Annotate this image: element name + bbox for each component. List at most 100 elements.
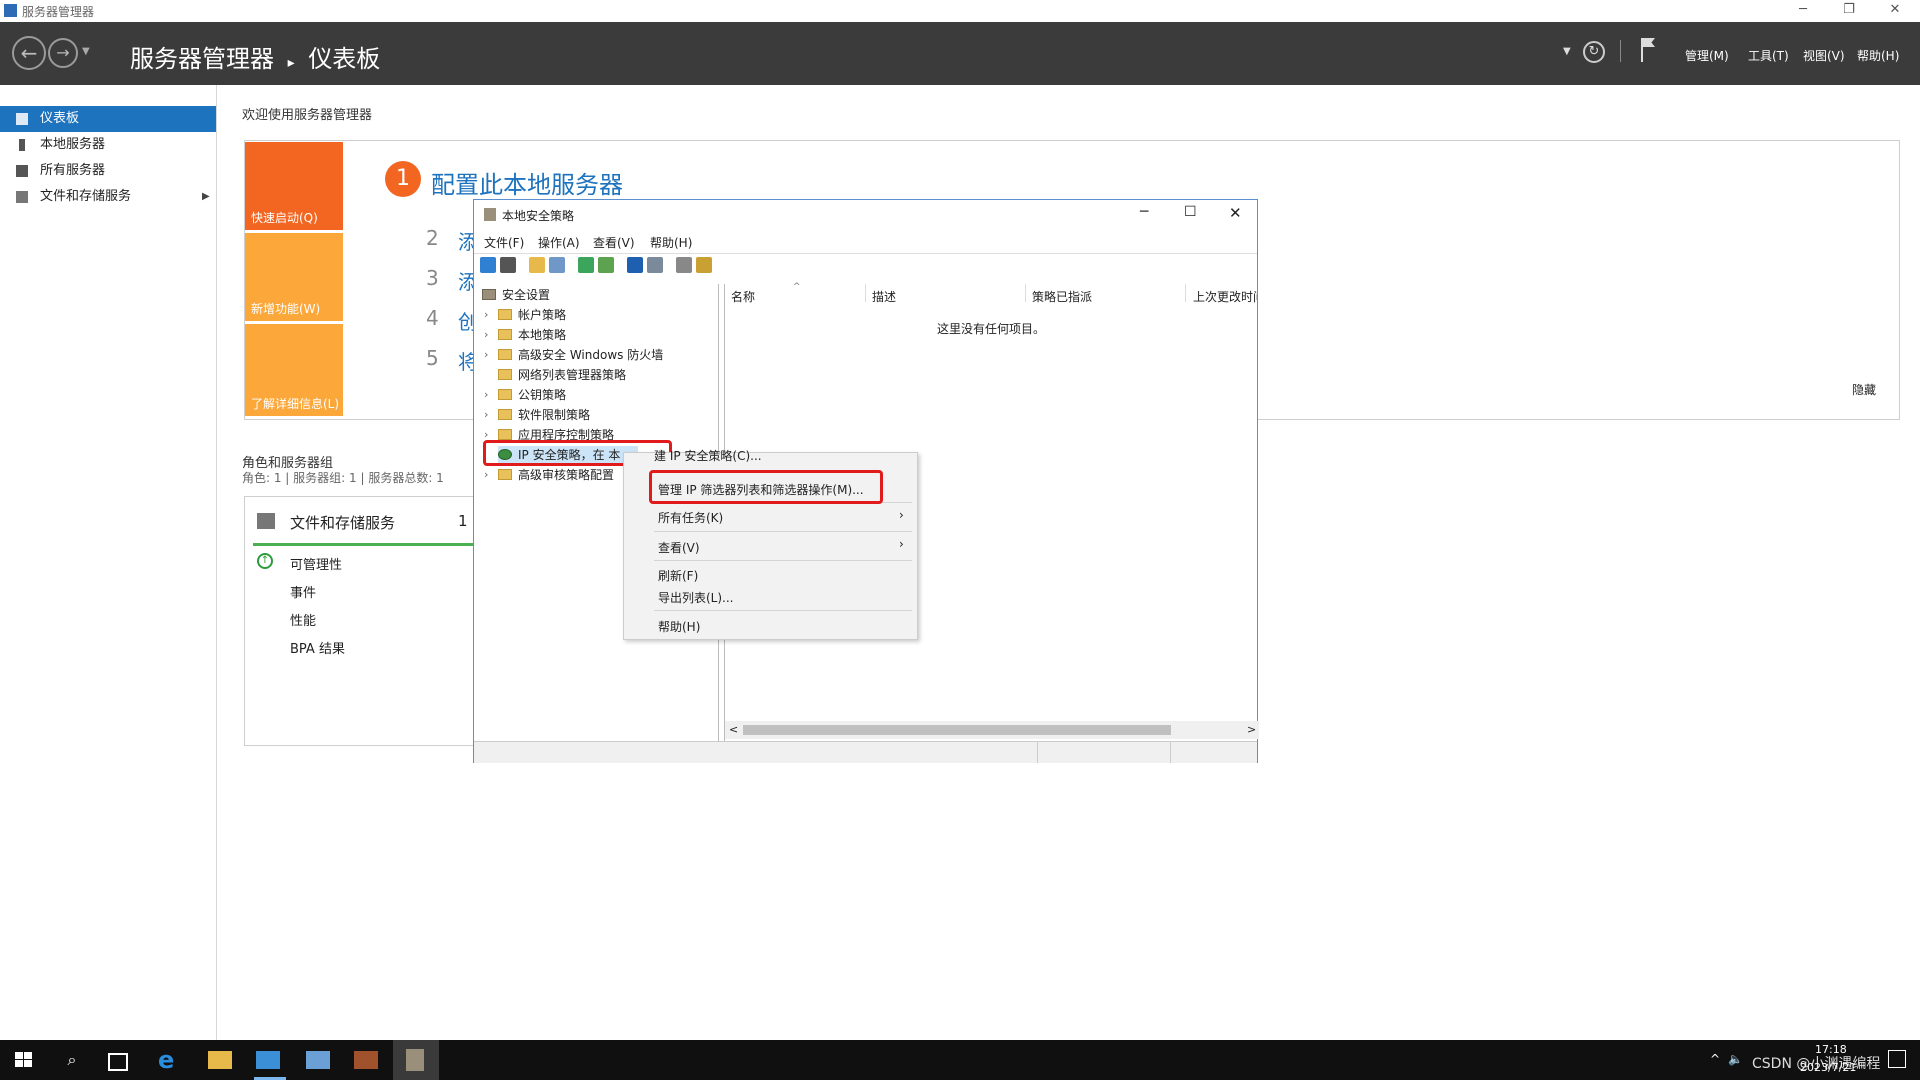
forward-arrow-icon[interactable]: →	[48, 38, 78, 68]
file-explorer-icon[interactable]	[208, 1051, 232, 1069]
clock-time[interactable]: 17:18	[1815, 1043, 1847, 1056]
taskbar: ⌕ e ^ 🔈 CSDN @小渊遇编程 17:18 2023/7/21	[0, 1040, 1920, 1080]
refresh-icon[interactable]	[578, 257, 594, 273]
configure-local-server-link[interactable]: 配置此本地服务器	[431, 165, 623, 200]
folder-icon	[498, 349, 512, 360]
expand-chevron-icon[interactable]: ›	[484, 326, 488, 344]
notification-center-icon[interactable]	[1888, 1050, 1906, 1068]
tile-quick-start[interactable]: 快速启动(Q)	[245, 142, 343, 230]
menu-item-create-ip-policy[interactable]: 建 IP 安全策略(C)...	[654, 447, 762, 464]
sidebar-item-file-storage[interactable]: 文件和存储服务 ▶	[0, 184, 216, 210]
column-header-last-modified[interactable]: 上次更改时间	[1193, 288, 1257, 305]
properties-icon[interactable]	[676, 257, 692, 273]
lsp-menu-view[interactable]: 查看(V)	[593, 234, 635, 251]
expand-chevron-icon[interactable]: ›	[484, 466, 488, 484]
sidebar-item-dashboard[interactable]: 仪表板	[0, 106, 216, 132]
close-button[interactable]: ✕	[1872, 0, 1918, 22]
expand-chevron-icon[interactable]: ›	[484, 346, 488, 364]
show-tree-icon[interactable]	[549, 257, 565, 273]
menu-item-help[interactable]: 帮助(H)	[658, 618, 700, 635]
sidebar-item-local-server[interactable]: 本地服务器	[0, 132, 216, 158]
expand-chevron-icon[interactable]: ›	[484, 306, 488, 324]
hide-link[interactable]: 隐藏	[1852, 381, 1876, 398]
role-row-events[interactable]: 事件	[290, 582, 316, 601]
assign-icon[interactable]	[696, 257, 712, 273]
role-row-bpa[interactable]: BPA 结果	[290, 638, 345, 657]
up-folder-icon[interactable]	[529, 257, 545, 273]
taskbar-active-button[interactable]	[393, 1040, 439, 1080]
column-header-assigned[interactable]: 策略已指派	[1032, 288, 1092, 305]
server-icon	[19, 139, 25, 151]
menu-manage[interactable]: 管理(M)	[1685, 47, 1729, 64]
server-manager-taskbar-icon[interactable]	[256, 1051, 280, 1069]
app-icon[interactable]	[354, 1051, 378, 1069]
column-header-description[interactable]: 描述	[872, 288, 896, 305]
clock-date[interactable]: 2023/7/21	[1800, 1061, 1856, 1074]
sidebar-item-all-servers[interactable]: 所有服务器	[0, 158, 216, 184]
empty-list-message: 这里没有任何项目。	[937, 322, 1046, 336]
folder-icon	[498, 309, 512, 320]
help-icon[interactable]	[627, 257, 643, 273]
tile-label: 新增功能(W)	[251, 302, 321, 316]
restore-button[interactable]: ❐	[1826, 0, 1872, 22]
menu-separator	[654, 610, 912, 611]
flag-icon[interactable]	[1641, 38, 1643, 62]
menu-help[interactable]: 帮助(H)	[1857, 47, 1899, 64]
notifications-dropdown-icon[interactable]: ▼	[1563, 46, 1571, 57]
role-row-manageability[interactable]: 可管理性	[290, 554, 342, 573]
back-arrow-icon[interactable]	[480, 257, 496, 273]
flag-icon-shape	[1643, 38, 1655, 47]
dashboard-icon	[16, 113, 28, 125]
breadcrumb-page: 仪表板	[308, 45, 381, 73]
servers-icon	[16, 165, 28, 177]
menu-view[interactable]: 视图(V)	[1803, 47, 1845, 64]
view-icon[interactable]	[647, 257, 663, 273]
minimize-button[interactable]: ─	[1780, 0, 1826, 22]
sidebar-item-label: 文件和存储服务	[40, 189, 132, 204]
task-view-icon[interactable]	[108, 1053, 128, 1071]
role-card-file-storage[interactable]: 文件和存储服务 1 ↑ 可管理性 事件 性能 BPA 结果	[244, 496, 478, 746]
lsp-close-button[interactable]: ✕	[1229, 204, 1242, 222]
refresh-icon[interactable]: ↻	[1583, 41, 1605, 63]
column-header-name[interactable]: 名称	[731, 288, 755, 305]
breadcrumb-root[interactable]: 服务器管理器	[130, 45, 274, 73]
lsp-maximize-button[interactable]: ☐	[1184, 204, 1197, 220]
tree-node-label: 软件限制策略	[518, 408, 591, 422]
back-arrow-icon[interactable]: ←	[12, 36, 46, 70]
role-row-performance[interactable]: 性能	[290, 610, 316, 629]
welcome-heading: 欢迎使用服务器管理器	[242, 108, 373, 123]
tile-label: 快速启动(Q)	[251, 211, 318, 225]
search-icon[interactable]: ⌕	[60, 1048, 84, 1072]
scroll-right-icon[interactable]: >	[1247, 723, 1256, 736]
menu-tools[interactable]: 工具(T)	[1748, 47, 1789, 64]
history-dropdown-icon[interactable]: ▼	[82, 46, 90, 57]
lsp-menu-action[interactable]: 操作(A)	[538, 234, 580, 251]
internet-explorer-icon[interactable]: e	[158, 1048, 182, 1072]
menu-item-refresh[interactable]: 刷新(F)	[658, 567, 698, 584]
scroll-left-icon[interactable]: <	[729, 723, 738, 736]
storage-icon	[16, 191, 28, 203]
scrollbar-thumb[interactable]	[743, 725, 1171, 735]
forward-arrow-icon[interactable]	[500, 257, 516, 273]
volume-muted-icon[interactable]: 🔈	[1728, 1052, 1743, 1066]
menu-item-all-tasks[interactable]: 所有任务(K)	[658, 509, 723, 526]
expand-chevron-icon[interactable]: ›	[484, 386, 488, 404]
security-policy-app-icon	[484, 208, 496, 221]
horizontal-scrollbar[interactable]: < >	[725, 721, 1259, 739]
lsp-menu-help[interactable]: 帮助(H)	[650, 234, 692, 251]
tile-learn-more[interactable]: 了解详细信息(L)	[245, 324, 343, 416]
breadcrumb: 服务器管理器 ▸ 仪表板	[130, 39, 380, 74]
lsp-window-title: 本地安全策略	[502, 209, 575, 223]
tree-node-label: 帐户策略	[518, 308, 567, 322]
lsp-menu-file[interactable]: 文件(F)	[484, 234, 524, 251]
folder-icon	[498, 329, 512, 340]
tray-chevron-icon[interactable]: ^	[1710, 1052, 1720, 1066]
expand-chevron-icon[interactable]: ›	[484, 406, 488, 424]
windows-start-icon[interactable]	[12, 1048, 36, 1072]
app-icon[interactable]	[306, 1051, 330, 1069]
export-icon[interactable]	[598, 257, 614, 273]
lsp-minimize-button[interactable]: ─	[1140, 204, 1148, 220]
menu-item-export-list[interactable]: 导出列表(L)...	[658, 589, 734, 606]
tile-whats-new[interactable]: 新增功能(W)	[245, 233, 343, 321]
menu-item-view[interactable]: 查看(V)	[658, 539, 700, 556]
